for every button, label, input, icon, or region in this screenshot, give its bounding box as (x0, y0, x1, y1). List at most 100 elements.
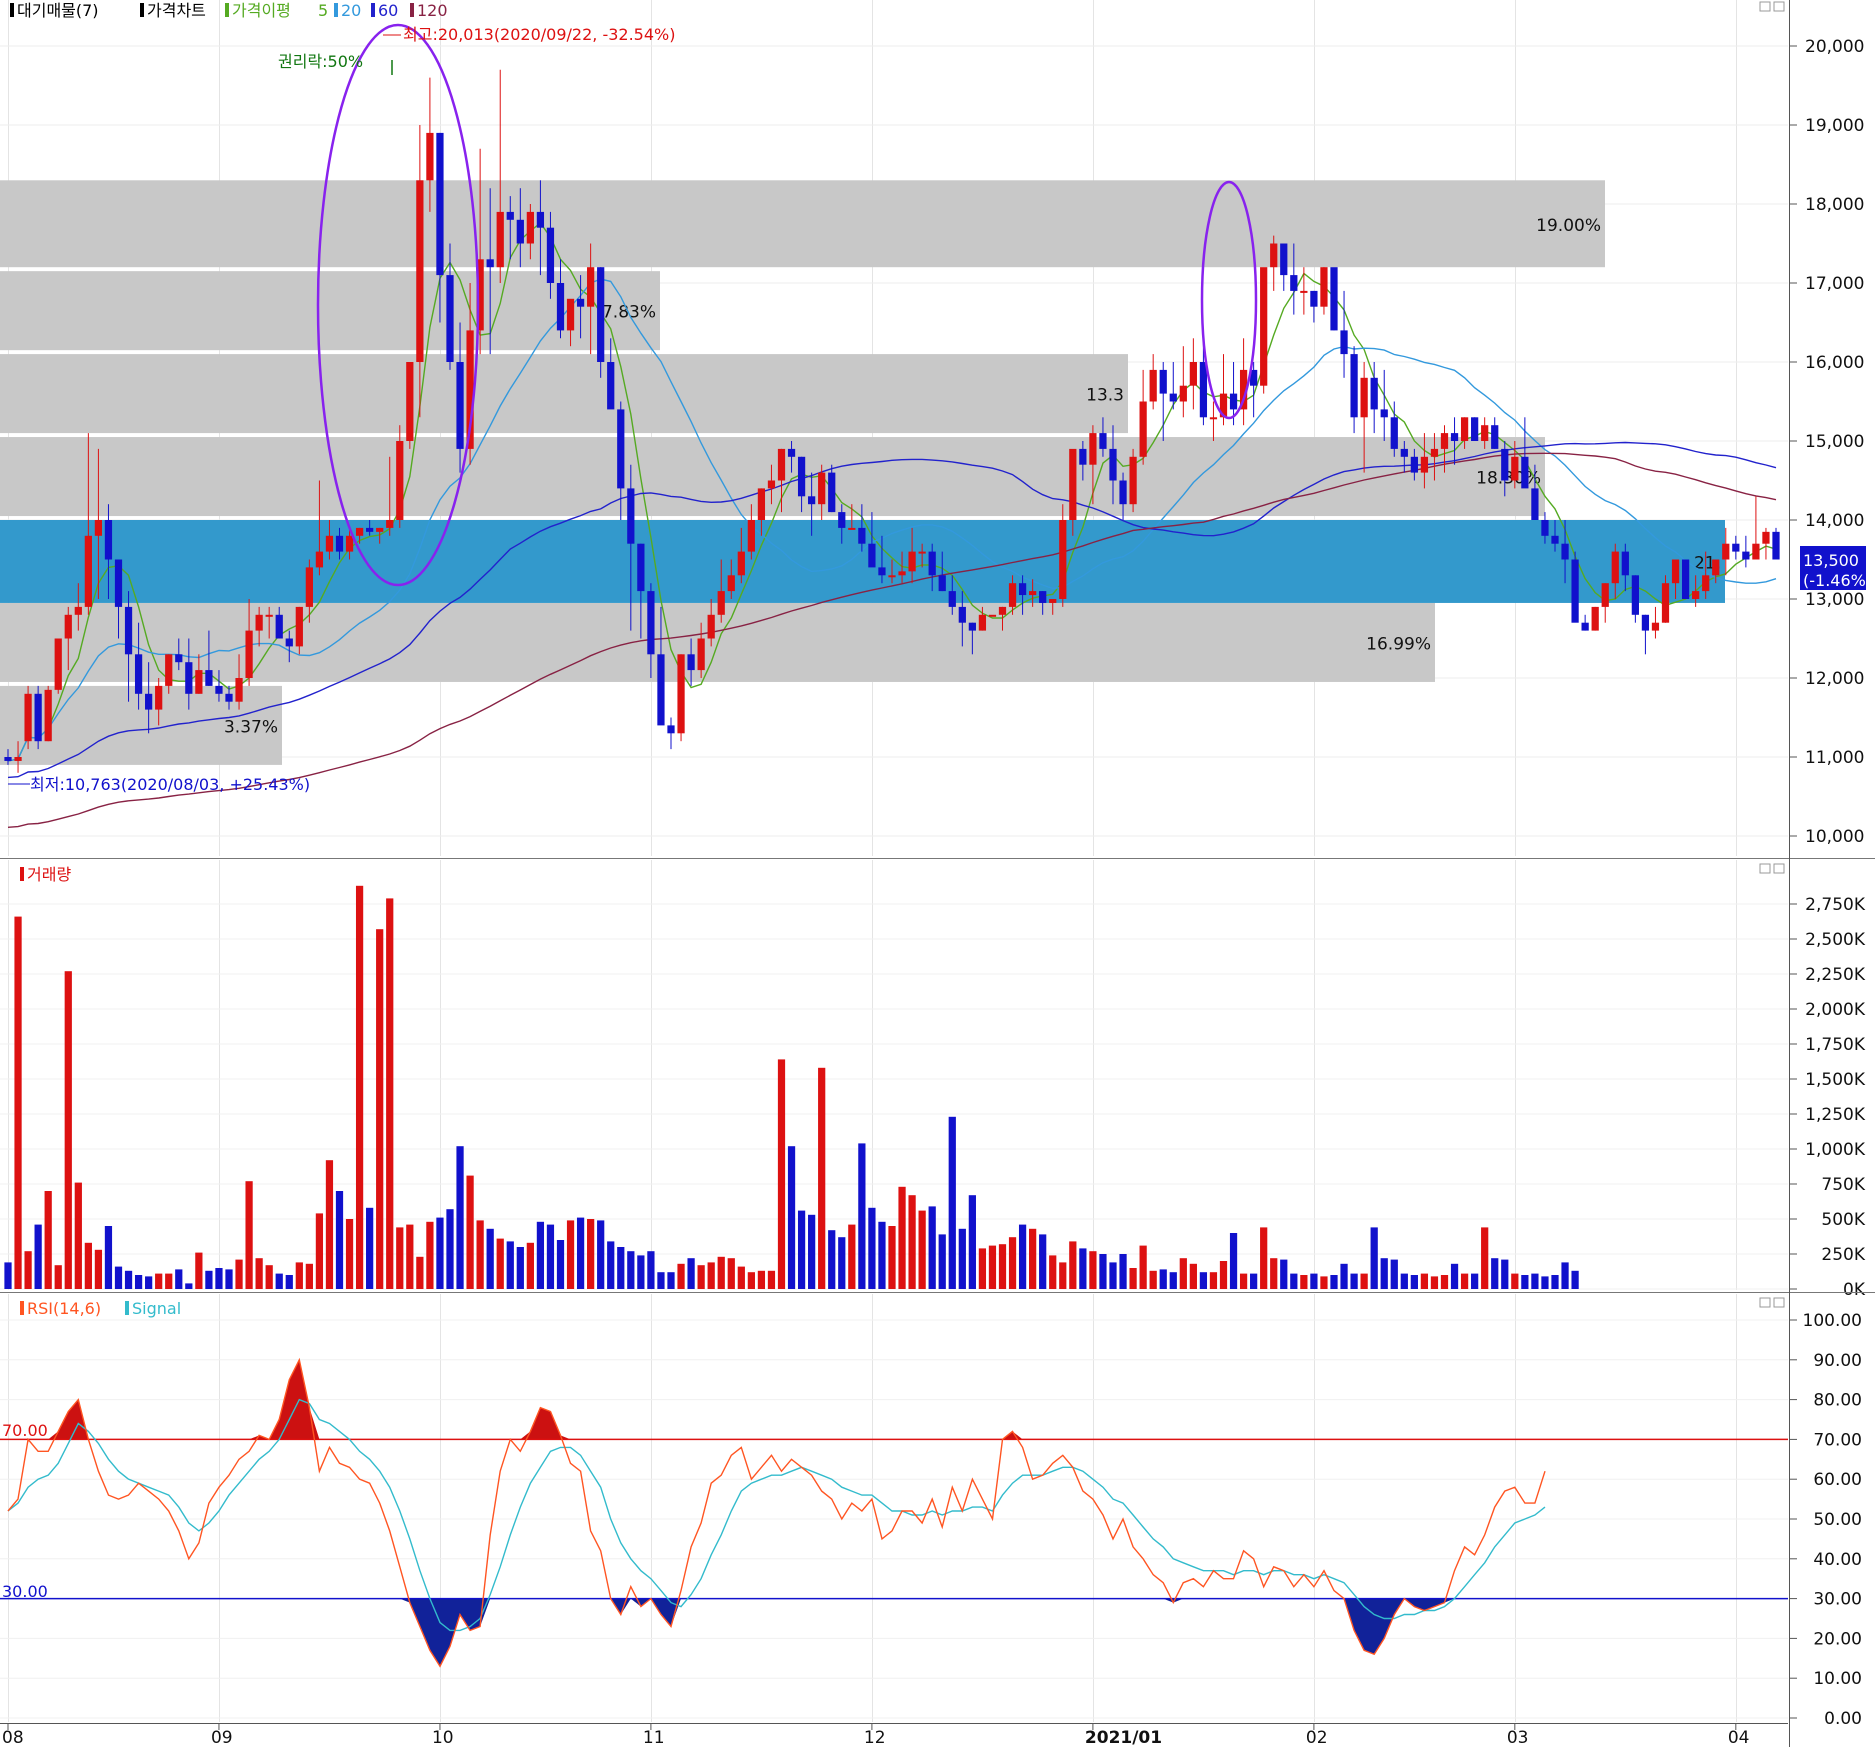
volume-bar (114, 1266, 123, 1289)
candle-body (245, 630, 253, 678)
volume-bar (1059, 1262, 1067, 1289)
candle-body (1450, 433, 1459, 441)
volume-bar (165, 1273, 173, 1289)
candle-body (1310, 290, 1318, 307)
volume-title: 거래량 (27, 865, 71, 884)
volume-bar (848, 1224, 856, 1289)
candle-body (1601, 583, 1609, 607)
volume-bar (677, 1263, 685, 1289)
price-axis-label: 11,000 (1805, 748, 1864, 768)
rsi-panel-close-icon[interactable] (1773, 1297, 1785, 1308)
date-axis: 08 09 10 11 12 2021/01 02 03 04 (0, 1723, 1788, 1747)
candle-body (305, 567, 313, 607)
volume-panel-minimize-icon[interactable] (1759, 863, 1771, 874)
candle-body (737, 551, 745, 576)
candle-body (1018, 583, 1027, 596)
rsi-panel-minimize-icon[interactable] (1759, 1297, 1771, 1308)
candle-body (1460, 417, 1469, 441)
volume-bar (94, 1249, 103, 1289)
rsi-axis-label: 50.00 (1813, 1510, 1862, 1530)
volume-bar (1179, 1258, 1187, 1289)
candle-body (1501, 448, 1509, 481)
volume-panel-close-icon[interactable] (1773, 863, 1785, 874)
date-axis-label: 04 (1728, 1728, 1750, 1747)
volume-bar (84, 1242, 92, 1289)
volume-bar (777, 1059, 786, 1289)
date-axis-label: 11 (643, 1728, 665, 1747)
volume-axis-label: 750K (1821, 1175, 1865, 1195)
volume-bar (386, 898, 394, 1289)
candle-body (114, 559, 123, 607)
candle-body (1561, 543, 1569, 560)
volume-bar (506, 1241, 514, 1289)
candle-body (647, 591, 655, 655)
volume-bar (1049, 1255, 1057, 1289)
volume-bar (868, 1207, 876, 1289)
candle-body (34, 693, 42, 742)
volume-bar (898, 1186, 906, 1289)
volume-bar (597, 1220, 605, 1289)
candle-body (235, 678, 243, 702)
candle-body (44, 689, 52, 742)
candle-body (1280, 243, 1288, 276)
candle-body (14, 757, 22, 761)
legend-marker-volume-profile (10, 3, 14, 17)
legend-marker-ma-20 (334, 3, 338, 17)
candle-body (1008, 583, 1017, 607)
volume-bar (124, 1270, 133, 1289)
rsi-axis: 100.00 90.00 80.00 70.00 60.00 50.00 40.00 30.0… (1790, 1311, 1862, 1729)
volume-bar (175, 1269, 183, 1289)
volume-bar (1260, 1227, 1268, 1289)
volume-bar (1491, 1258, 1499, 1289)
volume-bar (1149, 1270, 1157, 1289)
volume-bar (908, 1195, 916, 1289)
price-axis-label: 12,000 (1805, 669, 1864, 689)
volume-bar (767, 1270, 776, 1289)
volume-bar (376, 929, 384, 1289)
candle-body (1059, 520, 1067, 599)
current-price-change: (-1.46%) (1803, 571, 1872, 590)
candle-body (124, 606, 133, 655)
candle-body (1772, 531, 1780, 560)
candle-body (1732, 543, 1740, 552)
volume-bar (948, 1116, 956, 1289)
candle-body (918, 551, 926, 554)
candle-body (345, 535, 354, 552)
candle-body (1290, 275, 1298, 291)
volume-bar (155, 1273, 163, 1289)
volume-bar (1008, 1237, 1017, 1289)
volume-axis-label: 2,500K (1805, 930, 1866, 950)
candle-body (64, 614, 72, 639)
volume-bar (44, 1191, 52, 1289)
volume-bar (1280, 1259, 1288, 1289)
candle-body (225, 693, 233, 702)
candle-body (617, 409, 625, 489)
candle-body (597, 267, 605, 362)
volume-bar (345, 1219, 354, 1289)
price-axis-label: 16,000 (1805, 353, 1864, 373)
candle-body (888, 575, 896, 578)
candle-body (526, 211, 534, 244)
volume-bar (1039, 1234, 1047, 1289)
candle-body (1631, 575, 1639, 615)
rsi-panel: 100.00 90.00 80.00 70.00 60.00 50.00 40.00 30.0… (0, 1294, 1862, 1729)
candle-body (205, 670, 213, 686)
candle-body (868, 543, 876, 568)
candle-body (1129, 456, 1137, 505)
rsi-level-low-label: 30.00 (2, 1582, 48, 1601)
volume-axis-label: 250K (1821, 1245, 1865, 1265)
volume-bar (1330, 1275, 1338, 1289)
candle-body (1149, 369, 1157, 402)
candle-body (607, 362, 615, 410)
candle-body (94, 520, 103, 536)
candle-body (285, 638, 293, 647)
volume-bar (888, 1226, 896, 1289)
candle-body (1350, 354, 1358, 418)
volume-bar (1440, 1275, 1449, 1289)
volume-bar (516, 1247, 524, 1289)
legend-volume-profile: 대기매물(7) (17, 1, 99, 20)
volume-axis-label: 1,750K (1805, 1035, 1866, 1055)
volume-bar (1300, 1275, 1308, 1289)
rsi-lines (0, 1357, 1788, 1668)
candle-body (908, 551, 916, 572)
